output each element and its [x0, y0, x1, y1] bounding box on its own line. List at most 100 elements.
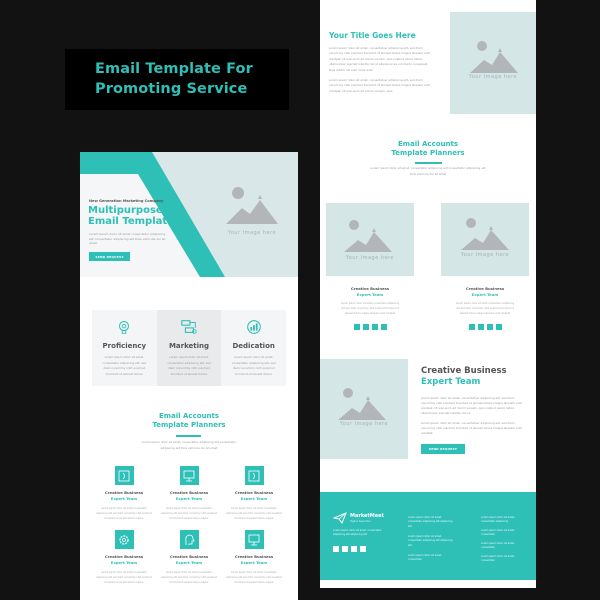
grid-item-title: Creative Business	[169, 490, 209, 495]
email-template-left: New Generation Marketing Company Multipu…	[80, 152, 298, 600]
hero-title: Multipurpose Email Template	[88, 205, 174, 227]
footer-col3-item: Lorem ipsum dolor sit amet, consectetur	[481, 555, 515, 563]
team-card: Your Image here Creative Business Expert…	[326, 203, 414, 330]
image-caption: Your Image here	[345, 255, 395, 261]
social-icon[interactable]	[360, 546, 366, 552]
title-underline	[415, 162, 442, 164]
footer-brand: MarketMeet	[350, 513, 384, 519]
paper-plane-logo-icon	[333, 512, 347, 524]
card-text: Lorem ipsum dolor sit amet consectetur a…	[455, 302, 515, 315]
card-text: Lorem ipsum dolor sit amet consectetur a…	[340, 302, 400, 315]
feature-marketing: Marketing Lorem ipsum dolor sit amet, co…	[156, 310, 222, 386]
features-row: Proficiency Lorem ipsum dolor sit amet, …	[92, 310, 287, 386]
social-icon[interactable]	[477, 324, 484, 330]
hero-title-line-2: Email Template	[88, 216, 174, 227]
feature-proficiency: Proficiency Lorem ipsum dolor sit amet, …	[92, 310, 157, 386]
gear-icon	[114, 530, 134, 549]
head-gears-icon	[179, 530, 199, 549]
card-title: Creative Business	[465, 286, 505, 291]
grid-item-subtitle: Expert Team	[240, 560, 268, 565]
image-caption: Your Image here	[468, 74, 518, 80]
presentation-icon	[179, 466, 199, 485]
expert-title-line-2: Expert Team	[421, 377, 481, 387]
grid-item-subtitle: Expert Team	[110, 560, 138, 565]
grid-item: Creative Business Expert Team Lorem ipsu…	[92, 466, 156, 521]
planners-title: Email Accounts Template Planners	[320, 140, 536, 158]
email-template-right: Your Title Goes Here Lorem ipsum dolor s…	[320, 0, 536, 588]
presentation-icon	[244, 530, 264, 549]
social-icon[interactable]	[342, 546, 348, 552]
expert-image-placeholder: Your Image here	[320, 359, 408, 459]
social-icon[interactable]	[486, 324, 493, 330]
image-caption: Your Image here	[460, 252, 510, 258]
footer-about: Lorem ipsum dolor sit amet, consectetur …	[333, 529, 382, 537]
section-title: Your Title Goes Here	[329, 31, 416, 40]
card-image-placeholder: Your Image here	[326, 203, 414, 276]
social-icon[interactable]	[371, 324, 378, 330]
card-subtitle: Expert Team	[471, 292, 499, 297]
footer-social-links	[333, 546, 366, 552]
feature-text: Lorem ipsum dolor sit amet, consectetur …	[167, 355, 211, 376]
grid-item-subtitle: Expert Team	[175, 496, 203, 501]
grid-item-text: Lorem ipsum dolor sit amet consectetur a…	[96, 507, 152, 520]
social-icon[interactable]	[333, 546, 339, 552]
team-card: Your Image here Creative Business Expert…	[441, 203, 529, 330]
social-icon[interactable]	[351, 546, 357, 552]
footer-col3-item: Lorem ipsum dolor sit amet, consectetur	[481, 542, 515, 550]
social-icon[interactable]	[468, 324, 475, 330]
social-icon[interactable]	[380, 324, 387, 330]
growth-chart-icon	[246, 320, 261, 334]
grid-item-text: Lorem ipsum dolor sit amet consectetur a…	[96, 571, 152, 584]
expert-paragraph-1: Lorem ipsum dolor sit amet, consectetuer…	[421, 396, 522, 415]
grid-item: Creative Business Expert Team Lorem ipsu…	[92, 530, 156, 585]
planners-title-line-1: Email Accounts	[397, 140, 459, 148]
grid-item-title: Creative Business	[169, 554, 209, 559]
card-subtitle: Expert Team	[356, 292, 384, 297]
grid-item-subtitle: Expert Team	[175, 560, 203, 565]
planners-title: Email Accounts Template Planners	[80, 412, 298, 430]
grid-item: Creative Business Expert Team Lorem ipsu…	[157, 530, 221, 585]
card-title: Creative Business	[350, 286, 390, 291]
social-icon[interactable]	[353, 324, 360, 330]
lightbulb-gear-icon	[119, 321, 130, 334]
planners-title-line-2: Template Planners	[152, 421, 226, 429]
image-caption: Your Image here	[227, 230, 277, 236]
social-icon[interactable]	[362, 324, 369, 330]
image-placeholder-icon	[470, 41, 518, 73]
card-image-placeholder: Your Image here	[441, 203, 529, 276]
intro-image-placeholder: Your Image here	[450, 12, 536, 114]
footer-tagline: Tagline Goes Here	[350, 520, 371, 523]
send-request-button[interactable]: SEND REQUEST	[421, 444, 465, 454]
footer-col3-item: Lorem ipsum dolor sit amet, consectetur	[481, 529, 515, 537]
planners-title-line-2: Template Planners	[391, 149, 465, 157]
expert-title-line-1: Creative Business	[421, 366, 507, 376]
title-underline	[176, 435, 201, 437]
intro-paragraph-1: Lorem ipsum dolor sit amet, consectetuer…	[329, 46, 430, 72]
grid-item: Creative Business Expert Team Lorem ipsu…	[157, 466, 221, 521]
feature-text: Lorem ipsum dolor sit amet, consectetur …	[102, 355, 147, 376]
grid-item-text: Lorem ipsum dolor sit amet consectetur a…	[226, 507, 282, 520]
grid-item-subtitle: Expert Team	[110, 496, 138, 501]
grid-item-title: Creative Business	[104, 554, 144, 559]
social-icon[interactable]	[495, 324, 502, 330]
grid-item: Creative Business Expert Team Lorem ipsu…	[222, 466, 286, 521]
feature-dedication: Dedication Lorem ipsum dolor sit amet, c…	[221, 310, 287, 386]
image-placeholder-icon	[344, 220, 392, 252]
workflow-icon	[181, 320, 197, 334]
grid-item-title: Creative Business	[104, 490, 144, 495]
image-placeholder-icon	[461, 218, 509, 250]
hero-title-line-1: Multipurpose	[88, 205, 163, 216]
footer-col3-item: Lorem ipsum dolor sit amet, consectetur …	[481, 516, 515, 524]
send-request-button[interactable]: SEND REQUEST	[89, 252, 130, 261]
grid-item-title: Creative Business	[234, 554, 274, 559]
image-placeholder-icon	[226, 187, 278, 224]
grid-item-subtitle: Expert Team	[240, 496, 268, 501]
hero-image-placeholder: Your Image here	[220, 182, 284, 242]
grid-item-title: Creative Business	[234, 490, 274, 495]
feature-title: Dedication	[232, 342, 275, 350]
footer: MarketMeet Tagline Goes Here Lorem ipsum…	[320, 492, 536, 580]
expert-title: Creative Business Expert Team	[421, 366, 507, 388]
grid-item-text: Lorem ipsum dolor sit amet consectetur a…	[226, 571, 282, 584]
footer-col2-item: Lorem ipsum dolor sit amet, consectetur …	[408, 535, 453, 547]
footer-col2-item: Lorem ipsum dolor sit amet, consectetur	[408, 554, 442, 562]
